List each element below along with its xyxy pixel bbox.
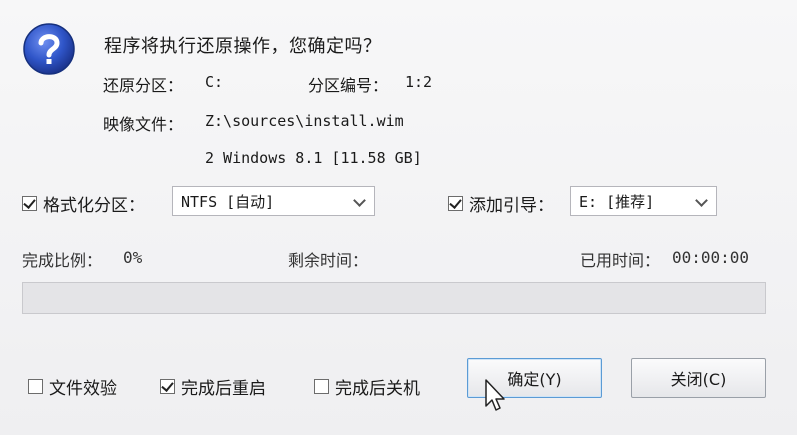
shutdown-after-checkbox[interactable]: 完成后关机 [314,374,420,399]
remaining-time-label: 剩余时间： [288,251,369,270]
elapsed-time-value: 00:00:00 [672,248,750,267]
boot-partition-value: E: [推荐] [579,192,655,211]
restart-after-checkmark[interactable] [160,379,175,394]
elapsed-time-label: 已用时间： [580,251,661,270]
file-verify-checkmark[interactable] [28,379,43,394]
chevron-down-icon[interactable] [353,194,366,207]
restore-progress-bar [22,282,766,314]
add-boot-label: 添加引导： [469,196,554,216]
percent-value: 0% [123,248,143,267]
partition-number-label: 分区编号： [308,76,389,95]
partition-number-value: 1:2 [405,73,433,91]
restore-partition-label: 还原分区： [103,76,184,95]
format-partition-checkbox[interactable]: 格式化分区： [22,191,145,216]
chevron-down-icon[interactable] [695,194,708,207]
restart-after-checkbox[interactable]: 完成后重启 [160,374,266,399]
confirm-message: 程序将执行还原操作，您确定吗？ [104,36,382,57]
close-button[interactable]: 关闭(C) [631,358,766,398]
percent-label: 完成比例： [22,251,103,270]
shutdown-after-checkmark[interactable] [314,379,329,394]
format-partition-checkmark[interactable] [22,196,37,211]
boot-partition-select[interactable]: E: [推荐] [570,186,717,216]
file-verify-checkbox[interactable]: 文件效验 [28,374,117,399]
restore-confirm-dialog: 程序将执行还原操作，您确定吗？ 还原分区： C: 分区编号： 1:2 映像文件：… [0,0,797,435]
file-verify-label: 文件效验 [49,379,117,399]
format-filesystem-select[interactable]: NTFS [自动] [172,186,375,216]
add-boot-checkmark[interactable] [448,196,463,211]
image-file-value: Z:\sources\install.wim [205,112,404,130]
question-icon [23,23,75,75]
shutdown-after-label: 完成后关机 [335,379,420,399]
image-index-value: 2 Windows 8.1 [11.58 GB] [205,149,422,167]
format-filesystem-value: NTFS [自动] [181,192,275,211]
restore-partition-value: C: [205,73,224,91]
mouse-pointer-icon [485,379,505,411]
format-partition-label: 格式化分区： [43,196,145,216]
add-boot-checkbox[interactable]: 添加引导： [448,191,554,216]
restart-after-label: 完成后重启 [181,379,266,399]
image-file-label: 映像文件： [103,115,184,134]
